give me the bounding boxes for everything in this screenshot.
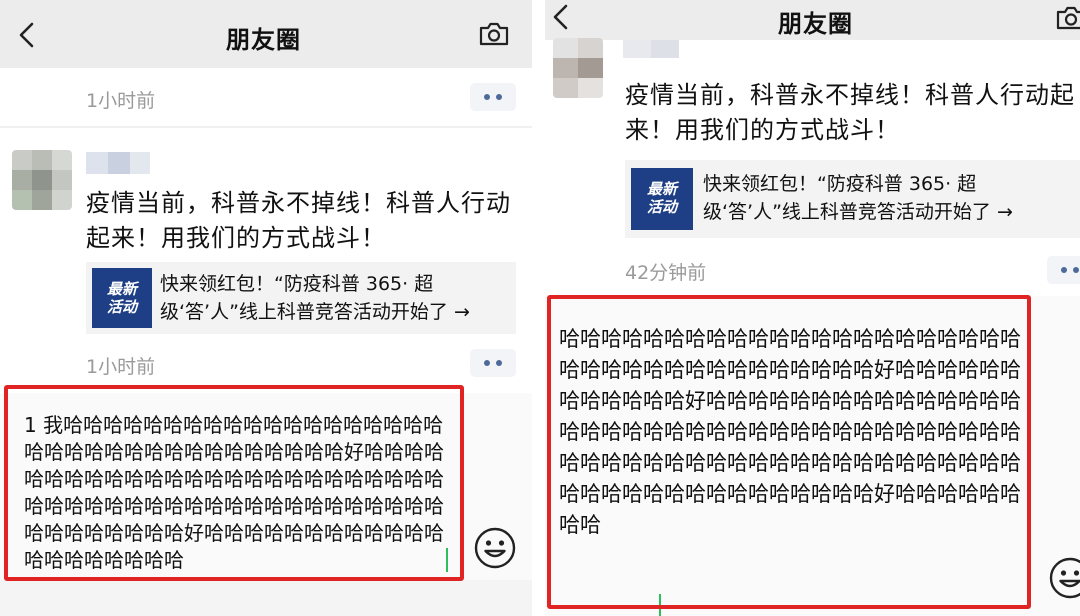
avatar[interactable] — [12, 150, 72, 210]
keyboard-top — [0, 580, 532, 616]
gap — [532, 0, 545, 616]
post-time: 42分钟前 — [625, 262, 707, 284]
more-button[interactable] — [1047, 256, 1080, 284]
post-text: 疫情当前，科普永不掉线！科普人行动起来！用我们的方式战斗！ — [625, 81, 1075, 144]
username-blurred[interactable] — [86, 152, 150, 174]
camera-icon[interactable] — [478, 21, 510, 47]
more-dots-icon — [1061, 267, 1067, 273]
highlight-box — [547, 295, 1031, 609]
left-screenshot: 朋友圈 1小时前 疫情当前，科普永不掉线！科普人行动起来！用我们的方式战斗！ 最… — [0, 0, 532, 616]
link-thumbnail: 最新 活动 — [92, 268, 152, 328]
emoji-face-icon[interactable] — [1048, 556, 1080, 600]
link-thumbnail: 最新 活动 — [631, 168, 693, 230]
more-button[interactable] — [470, 349, 516, 377]
link-card[interactable]: 最新 活动 快来领红包！“防疫科普 365· 超级‘答’人”线上科普竞答活动开始… — [86, 262, 516, 334]
nav-bar: 朋友圈 — [545, 0, 1080, 40]
right-screenshot: 朋友圈 疫情当前，科普永不掉线！科普人行动起来！用我们的方式战斗！ 最新 活动 … — [545, 0, 1080, 616]
more-button[interactable] — [470, 83, 516, 111]
divider — [0, 126, 532, 128]
post-time: 1小时前 — [86, 356, 156, 378]
username-blurred[interactable] — [623, 40, 679, 58]
link-title: 快来领红包！“防疫科普 365· 超级‘答’人”线上科普竞答活动开始了 → — [703, 173, 1013, 223]
more-dots-icon — [484, 94, 490, 100]
page-title: 朋友圈 — [778, 10, 853, 38]
link-title: 快来领红包！“防疫科普 365· 超级‘答’人”线上科普竞答活动开始了 → — [160, 273, 470, 323]
page-title: 朋友圈 — [226, 26, 301, 54]
chevron-left-icon[interactable] — [551, 4, 571, 30]
nav-bar: 朋友圈 — [0, 0, 532, 68]
post-text: 疫情当前，科普永不掉线！科普人行动起来！用我们的方式战斗！ — [86, 189, 511, 252]
post-time: 1小时前 — [86, 90, 156, 112]
highlight-box — [4, 385, 464, 581]
chevron-left-icon[interactable] — [16, 22, 38, 48]
link-card[interactable]: 最新 活动 快来领红包！“防疫科普 365· 超级‘答’人”线上科普竞答活动开始… — [625, 160, 1080, 238]
more-dots-icon — [484, 360, 490, 366]
camera-icon[interactable] — [1055, 5, 1080, 31]
emoji-face-icon[interactable] — [473, 526, 517, 570]
avatar[interactable] — [553, 38, 603, 98]
